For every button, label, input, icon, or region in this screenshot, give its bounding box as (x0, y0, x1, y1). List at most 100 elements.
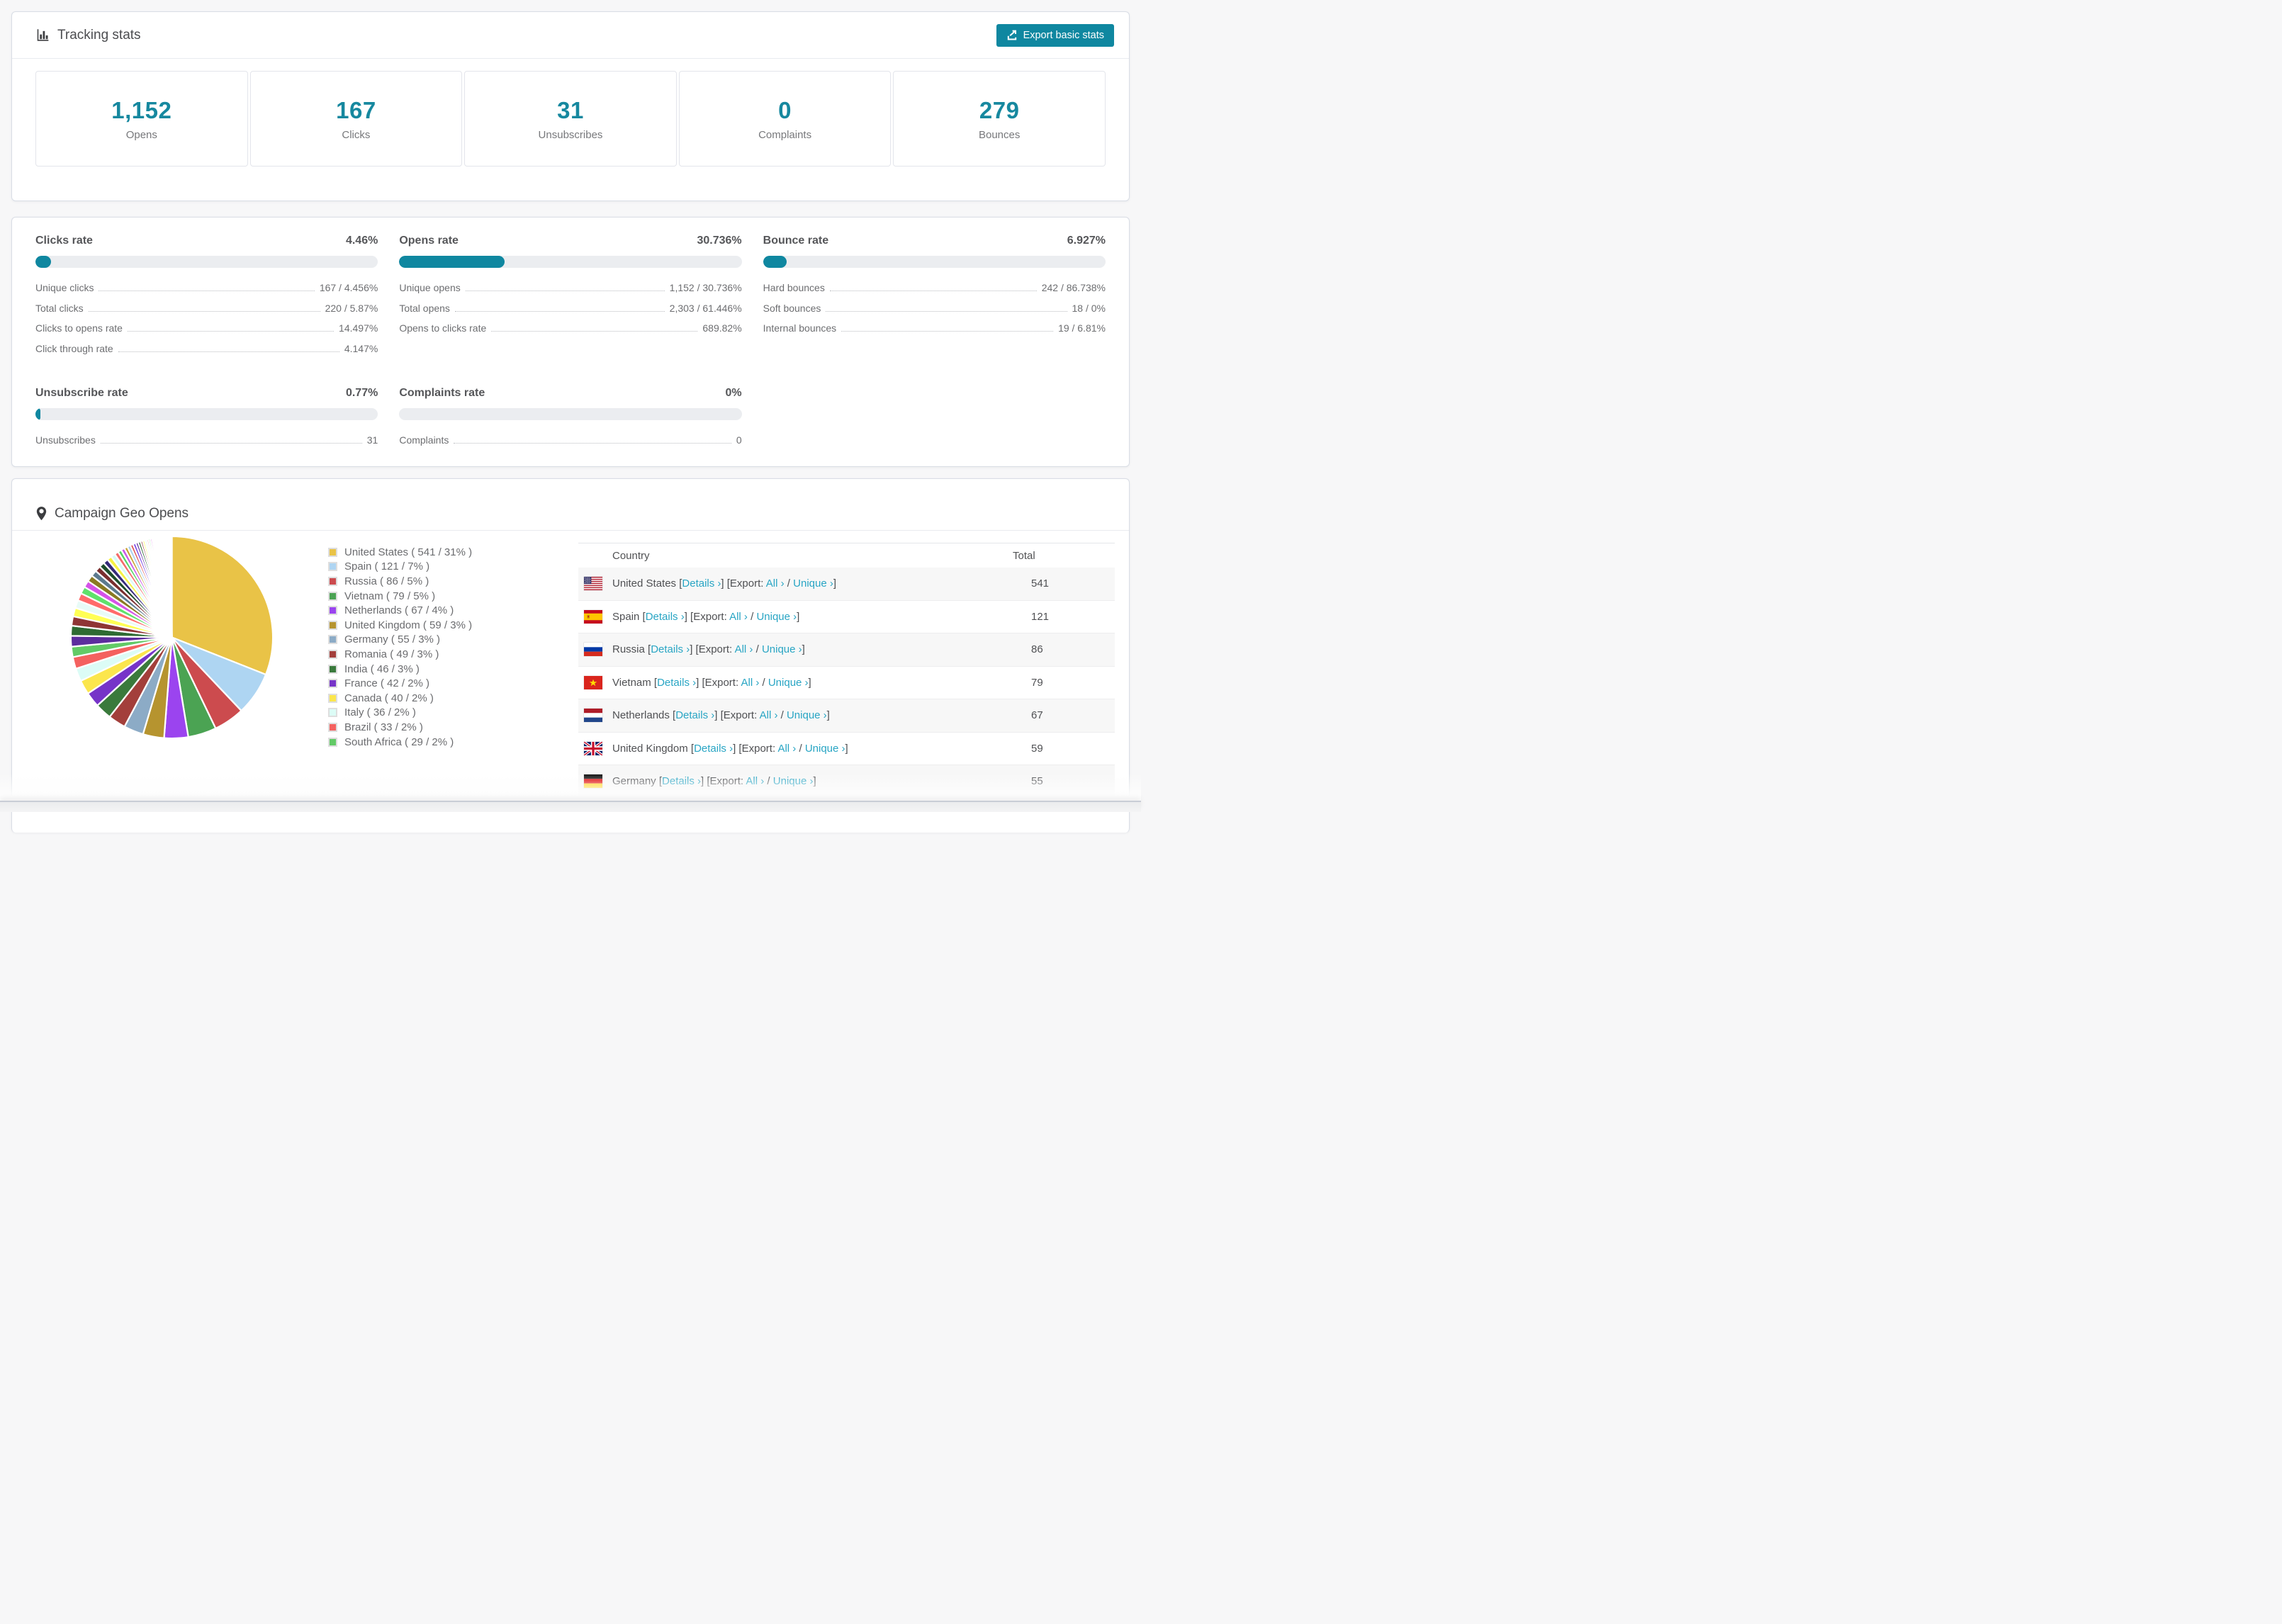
export-all-link[interactable]: All › (729, 611, 748, 623)
legend-item-italy[interactable]: Italy ( 36 / 2% ) (328, 706, 472, 721)
total-cell: 86 (1031, 643, 1043, 656)
legend-item-russia[interactable]: Russia ( 86 / 5% ) (328, 574, 472, 589)
rate-detail-row: Opens to clicks rate 689.82% (399, 322, 741, 343)
rate-row-label: Click through rate (35, 342, 113, 354)
link-separator: / (784, 577, 794, 590)
geo-table-header: Country Total (578, 543, 1115, 568)
legend-label: Netherlands ( 67 / 4% ) (344, 604, 454, 617)
export-all-link[interactable]: All › (766, 577, 785, 590)
country-column-header: Country (612, 549, 650, 562)
legend-swatch (328, 708, 337, 718)
progress-fill (35, 256, 51, 268)
rate-row-label: Complaints (399, 434, 449, 446)
rate-detail-row: Click through rate 4.147% (35, 343, 378, 363)
legend-swatch (328, 664, 337, 674)
geo-table-row-ru: Russia [Details ›] [Export: All › / Uniq… (578, 633, 1115, 667)
country-name: United Kingdom [ (612, 742, 695, 755)
export-unique-link[interactable]: Unique › (787, 709, 827, 721)
rate-detail-row: Unique clicks 167 / 4.456% (35, 282, 378, 303)
geo-table: Country Total United States [Details ›] … (578, 543, 1115, 799)
export-unique-link[interactable]: Unique › (805, 743, 845, 755)
details-link[interactable]: Details › (682, 577, 721, 590)
legend-label: Russia ( 86 / 5% ) (344, 575, 429, 587)
rate-row-label: Hard bounces (763, 282, 825, 293)
country-cell: Germany [Details ›] [Export: All › / Uni… (612, 775, 1020, 787)
geo-table-row-nl: Netherlands [Details ›] [Export: All › /… (578, 699, 1115, 733)
stat-box-complaints: 0 Complaints (678, 71, 892, 167)
legend-item-canada[interactable]: Canada ( 40 / 2% ) (328, 691, 472, 706)
legend-item-romania[interactable]: Romania ( 49 / 3% ) (328, 647, 472, 662)
unsubscribes-count: 31 (557, 96, 584, 123)
de-flag-icon (584, 774, 602, 789)
export-unique-link[interactable]: Unique › (768, 677, 809, 689)
details-link[interactable]: Details › (651, 643, 690, 655)
complaints-rate-value: 0% (725, 387, 742, 399)
rate-row-value: 242 / 86.738% (1041, 282, 1106, 293)
export-unique-link[interactable]: Unique › (762, 643, 802, 655)
export-unique-link[interactable]: Unique › (756, 611, 797, 623)
legend-item-india[interactable]: India ( 46 / 3% ) (328, 662, 472, 677)
export-all-link[interactable]: All › (760, 709, 778, 721)
details-link[interactable]: Details › (662, 775, 701, 787)
legend-label: Romania ( 49 / 3% ) (344, 648, 439, 660)
export-prefix: ] [Export: (733, 742, 778, 755)
export-all-link[interactable]: All › (741, 677, 759, 689)
rate-row-value: 31 (366, 434, 378, 446)
legend-item-netherlands[interactable]: Netherlands ( 67 / 4% ) (328, 603, 472, 618)
export-all-link[interactable]: All › (777, 743, 796, 755)
dotted-leader (491, 331, 698, 332)
unsubscribe-rate-value: 0.77% (345, 387, 378, 399)
legend-item-germany[interactable]: Germany ( 55 / 3% ) (328, 633, 472, 648)
details-link[interactable]: Details › (675, 709, 714, 721)
opens-label: Opens (125, 128, 157, 141)
details-link[interactable]: Details › (694, 743, 733, 755)
export-unique-link[interactable]: Unique › (793, 577, 833, 590)
total-column-header: Total (1013, 549, 1035, 562)
rate-row-value: 2,303 / 61.446% (669, 302, 742, 314)
legend-label: France ( 42 / 2% ) (344, 677, 430, 690)
legend-item-vietnam[interactable]: Vietnam ( 79 / 5% ) (328, 589, 472, 604)
legend-item-spain[interactable]: Spain ( 121 / 7% ) (328, 560, 472, 575)
rate-detail-row: Unique opens 1,152 / 30.736% (399, 282, 741, 303)
geo-opens-title: Campaign Geo Opens (35, 506, 189, 521)
rate-detail-row: Hard bounces 242 / 86.738% (763, 282, 1106, 303)
country-cell: Spain [Details ›] [Export: All › / Uniqu… (612, 611, 1020, 623)
export-unique-link[interactable]: Unique › (773, 775, 814, 787)
geo-pie-chart[interactable] (68, 534, 276, 741)
rates-card: Clicks rate 4.46% Unique clicks 167 / 4.4… (11, 217, 1130, 467)
map-pin-icon (36, 507, 47, 521)
complaints-rate-title: Complaints rate (399, 387, 485, 399)
export-all-link[interactable]: All › (735, 643, 753, 655)
legend-swatch (328, 722, 337, 732)
country-cell: Vietnam [Details ›] [Export: All › / Uni… (612, 677, 1020, 689)
export-basic-stats-button[interactable]: Export basic stats (996, 23, 1114, 47)
stat-box-unsubscribes: 31 Unsubscribes (464, 71, 677, 167)
geo-opens-title-text: Campaign Geo Opens (55, 506, 189, 521)
legend-item-united-states[interactable]: United States ( 541 / 31% ) (328, 545, 472, 560)
tracking-stats-title-text: Tracking stats (57, 27, 141, 43)
legend-label: Canada ( 40 / 2% ) (344, 692, 434, 704)
export-prefix: ] [Export: (690, 643, 735, 656)
link-separator: / (796, 742, 805, 755)
legend-item-south-africa[interactable]: South Africa ( 29 / 2% ) (328, 735, 472, 750)
export-all-link[interactable]: All › (746, 775, 764, 787)
rate-row-value: 4.147% (344, 342, 378, 354)
rate-detail-row: Clicks to opens rate 14.497% (35, 322, 378, 343)
export-button-label: Export basic stats (1023, 29, 1104, 41)
rate-row-label: Unique opens (399, 282, 461, 293)
legend-label: South Africa ( 29 / 2% ) (344, 735, 454, 748)
link-separator: / (759, 676, 768, 689)
total-cell: 79 (1031, 676, 1043, 689)
legend-item-brazil[interactable]: Brazil ( 33 / 2% ) (328, 720, 472, 735)
details-link[interactable]: Details › (657, 677, 696, 689)
country-cell: Netherlands [Details ›] [Export: All › /… (612, 709, 1020, 721)
complaints-rate-section: Complaints rate 0% Complaints 0 (399, 387, 742, 455)
link-separator: / (747, 610, 757, 623)
bounces-count: 279 (979, 96, 1020, 123)
legend-item-united-kingdom[interactable]: United Kingdom ( 59 / 3% ) (328, 618, 472, 633)
opens-rate-value: 30.736% (697, 235, 742, 247)
legend-item-france[interactable]: France ( 42 / 2% ) (328, 676, 472, 691)
details-link[interactable]: Details › (646, 611, 685, 623)
legend-swatch (328, 737, 337, 747)
bounce-rate-progressbar (763, 256, 1106, 268)
